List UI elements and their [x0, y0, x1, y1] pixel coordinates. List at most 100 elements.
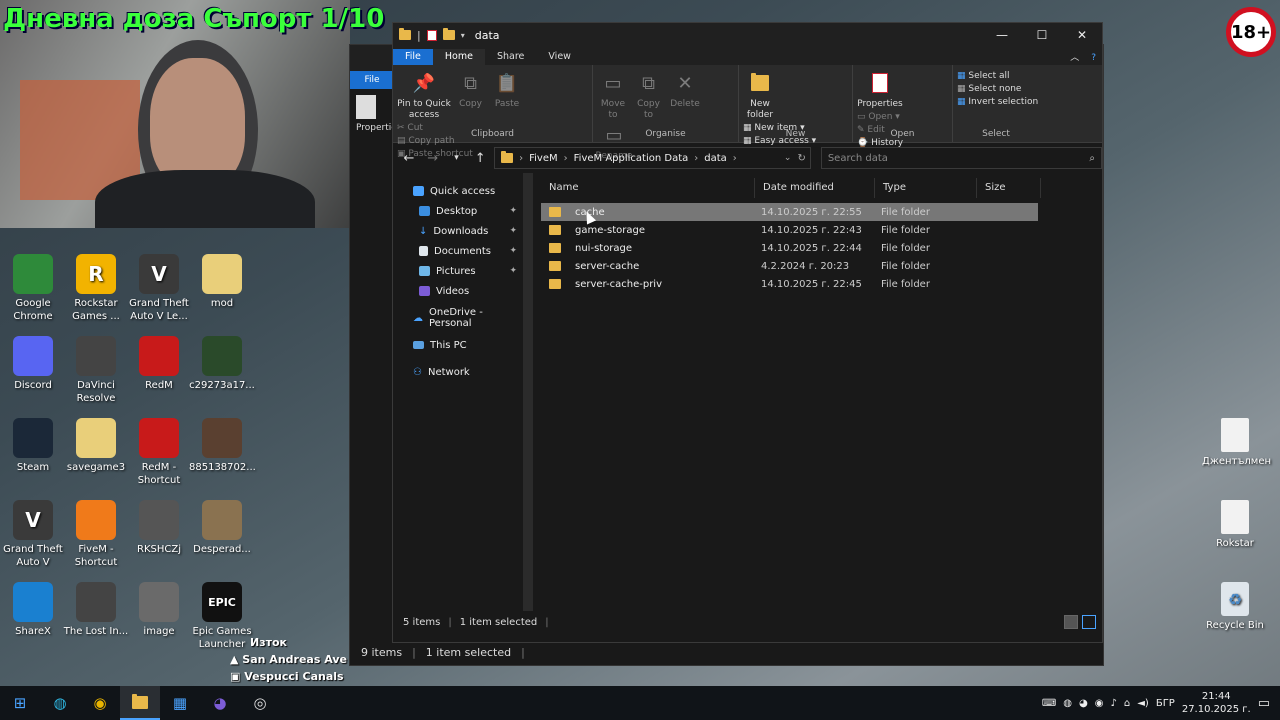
tab-view[interactable]: View — [536, 49, 583, 65]
collapse-ribbon-chevron-icon[interactable]: ︿ — [1064, 48, 1085, 65]
file-row[interactable]: cache 14.10.2025 г. 22:55 File folder — [541, 203, 1038, 221]
desktop-icon-item[interactable]: RKSHCZj — [126, 500, 192, 556]
tray-microphone-icon[interactable]: ♪ — [1110, 698, 1116, 709]
paste-shortcut-button[interactable]: ▣ Paste shortcut — [397, 149, 473, 159]
minimize-button[interactable]: — — [982, 23, 1022, 47]
copy-button[interactable]: ⧉ Copy — [455, 69, 487, 110]
column-type[interactable]: Type — [875, 178, 977, 198]
invert-selection-button[interactable]: ▦ Invert selection — [957, 97, 1038, 107]
breadcrumb-data[interactable]: data — [704, 153, 727, 164]
desktop-icon-item[interactable]: DaVinci Resolve — [63, 336, 129, 405]
history-button[interactable]: ⌚ History — [857, 138, 903, 148]
taskbar-file-explorer[interactable] — [120, 686, 160, 720]
clock[interactable]: 21:44 27.10.2025 г. — [1182, 690, 1251, 716]
taskbar-app-chat[interactable]: ◕ — [200, 686, 240, 720]
desktop-icon-rokstar[interactable]: Rokstar — [1202, 500, 1268, 550]
desktop-icon-item[interactable]: RedM — [126, 336, 192, 392]
tray-network-icon[interactable]: ⌂ — [1124, 698, 1130, 709]
nav-pane-scrollbar[interactable] — [523, 173, 533, 611]
desktop-icon-item[interactable]: R Rockstar Games ... — [63, 254, 129, 323]
delete-button[interactable]: ✕ Delete — [668, 69, 702, 110]
address-dropdown-chevron-icon[interactable]: ⌄ — [784, 153, 792, 163]
desktop-icon-item[interactable]: The Lost In... — [63, 582, 129, 638]
maximize-button[interactable]: ☐ — [1022, 23, 1062, 47]
taskbar-chrome[interactable]: ◉ — [80, 686, 120, 720]
properties-button[interactable]: Properties — [857, 69, 903, 110]
taskbar-edge[interactable]: ◍ — [40, 686, 80, 720]
desktop-icon-item[interactable]: 885138702... — [189, 418, 256, 474]
desktop-icon-item[interactable]: c29273a17... — [189, 336, 255, 392]
nav-pictures[interactable]: Pictures ✦ — [393, 261, 523, 281]
explorer-window[interactable]: | ▾ data — ☐ ✕ File Home Share View ︿ ? … — [392, 22, 1103, 643]
nav-this-pc[interactable]: This PC — [393, 335, 523, 355]
keyboard-language[interactable]: БГР — [1156, 698, 1175, 709]
pin-to-quick-access-button[interactable]: 📌 Pin to Quick access — [397, 69, 451, 121]
refresh-icon[interactable]: ↻ — [797, 153, 809, 164]
tray-app-icon[interactable]: ◍ — [1063, 698, 1072, 709]
nav-network[interactable]: ⚇ Network — [393, 362, 523, 382]
desktop-icon-item[interactable]: Steam — [0, 418, 66, 474]
taskbar-store[interactable]: ▦ — [160, 686, 200, 720]
nav-videos[interactable]: Videos — [393, 281, 523, 301]
column-size[interactable]: Size — [977, 178, 1041, 198]
desktop-icon-item[interactable]: Desperad... — [189, 500, 255, 556]
desktop-icon-item[interactable]: mod — [189, 254, 255, 310]
desktop-icon-item[interactable]: RedM - Shortcut — [126, 418, 192, 487]
desktop-icon-item[interactable]: EPIC Epic Games Launcher — [189, 582, 255, 651]
nav-desktop[interactable]: Desktop ✦ — [393, 201, 523, 221]
customize-toolbar-chevron-icon[interactable]: ▾ — [461, 31, 465, 40]
tab-share[interactable]: Share — [485, 49, 536, 65]
address-bar[interactable]: › FiveM › FiveM Application Data › data … — [494, 147, 811, 169]
column-name[interactable]: Name — [541, 178, 755, 198]
move-to-button[interactable]: ▭ Move to — [597, 69, 629, 121]
desktop-icon-recycle-bin[interactable]: ♻ Recycle Bin — [1202, 582, 1268, 632]
taskbar-obs[interactable]: ◎ — [240, 686, 280, 720]
background-file-tab[interactable]: File — [350, 71, 394, 89]
desktop-icon-gentleman[interactable]: Джентълмен — [1202, 418, 1271, 468]
rename-button[interactable]: ▭ Rename — [596, 121, 633, 162]
notifications-icon[interactable]: ▭ — [1258, 696, 1270, 711]
tray-ime-icon[interactable]: ⌨ — [1042, 698, 1056, 709]
desktop-icon-item[interactable]: V Grand Theft Auto V — [0, 500, 66, 569]
new-folder-quick-icon[interactable] — [442, 28, 455, 40]
open-group: Properties ▭ Open ▾ ✎ Edit ⌚ History Ope… — [853, 65, 953, 148]
explorer-titlebar[interactable]: | ▾ data — ☐ ✕ — [393, 23, 1102, 47]
paste-button[interactable]: 📋 Paste — [490, 69, 524, 110]
up-arrow-icon[interactable]: ↑ — [470, 151, 490, 166]
desktop-icon-item[interactable]: image — [126, 582, 192, 638]
select-none-button[interactable]: ▦ Select none — [957, 84, 1038, 94]
file-row[interactable]: nui-storage 14.10.2025 г. 22:44 File folde… — [541, 239, 1038, 257]
select-all-button[interactable]: ▦ Select all — [957, 71, 1038, 81]
tab-file[interactable]: File — [393, 49, 433, 65]
tray-discord-icon[interactable]: ◕ — [1079, 698, 1088, 709]
copy-to-button[interactable]: ⧉ Copy to — [633, 69, 665, 121]
desktop-icon-item[interactable]: ShareX — [0, 582, 66, 638]
desktop-icon-item[interactable]: savegame3 — [63, 418, 129, 474]
tab-home[interactable]: Home — [432, 49, 485, 65]
search-input[interactable]: Search data ⌕ — [820, 147, 1102, 169]
file-row[interactable]: game-storage 14.10.2025 г. 22:43 File fold… — [541, 221, 1038, 239]
breadcrumb-fivem[interactable]: FiveM — [529, 153, 558, 164]
nav-documents[interactable]: Documents ✦ — [393, 241, 523, 261]
nav-onedrive[interactable]: ☁ OneDrive - Personal — [393, 307, 523, 329]
large-icons-view-icon[interactable] — [1082, 615, 1096, 629]
desktop-icon-item[interactable]: FiveM - Shortcut — [63, 500, 129, 569]
close-button[interactable]: ✕ — [1062, 23, 1102, 47]
details-view-icon[interactable] — [1064, 615, 1078, 629]
nav-quick-access[interactable]: Quick access — [393, 181, 523, 201]
nav-downloads[interactable]: ↓ Downloads ✦ — [393, 221, 523, 241]
file-name: nui-storage — [575, 242, 633, 254]
tray-volume-icon[interactable]: ◄) — [1137, 698, 1149, 709]
desktop-icon-item[interactable]: V Grand Theft Auto V Le... — [126, 254, 192, 323]
column-date-modified[interactable]: Date modified — [755, 178, 875, 198]
open-button[interactable]: ▭ Open ▾ — [857, 112, 903, 122]
new-folder-button[interactable]: New folder — [743, 69, 777, 121]
tray-steam-icon[interactable]: ◉ — [1095, 698, 1104, 709]
desktop-icon-item[interactable]: Discord — [0, 336, 66, 392]
properties-quick-icon[interactable] — [426, 29, 437, 41]
file-row[interactable]: server-cache 4.2.2024 г. 20:23 File folder — [541, 257, 1038, 275]
start-button[interactable]: ⊞ — [0, 686, 40, 720]
help-icon[interactable]: ? — [1085, 51, 1102, 65]
desktop-icon-item[interactable]: Google Chrome — [0, 254, 66, 323]
file-row[interactable]: server-cache-priv 14.10.2025 г. 22:45 File… — [541, 275, 1038, 293]
